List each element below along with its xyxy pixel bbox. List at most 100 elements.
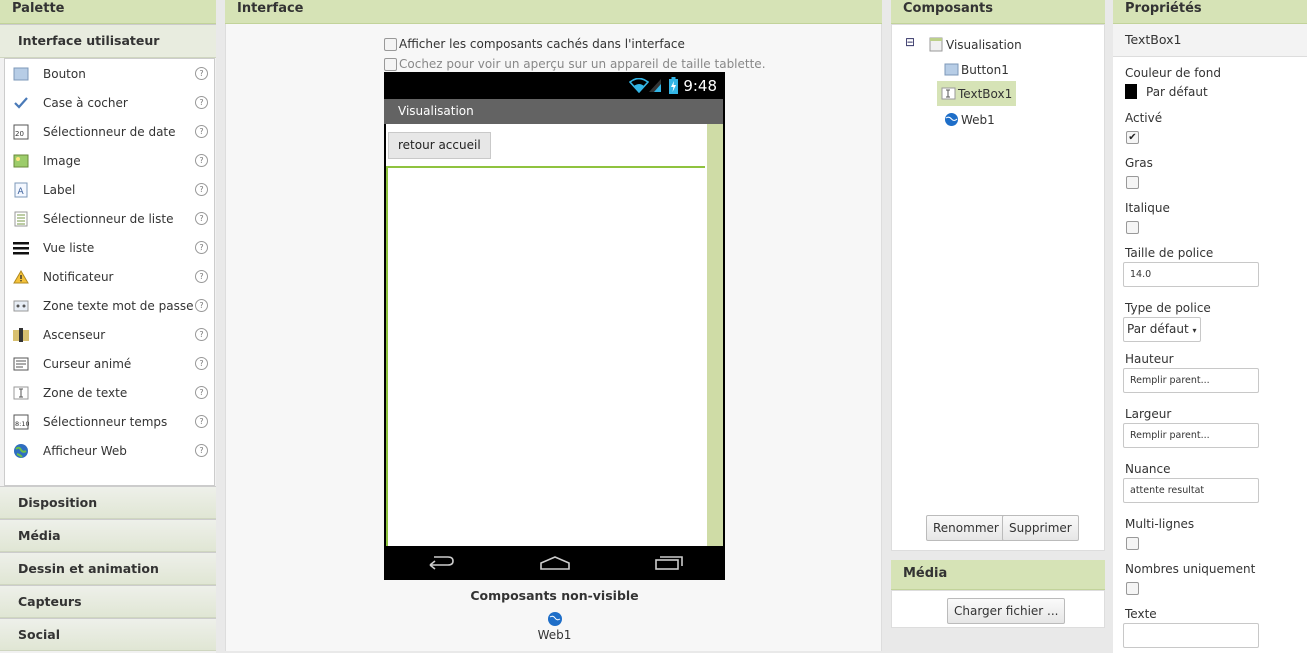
palette-item[interactable]: Case à cocher? <box>5 88 214 117</box>
font-size-label: Taille de police <box>1125 246 1214 260</box>
palette-section[interactable]: Capteurs <box>0 585 216 618</box>
palette-section[interactable]: Média <box>0 519 216 552</box>
palette-item[interactable]: Vue liste? <box>5 233 214 262</box>
font-type-select[interactable]: Par défaut ▾ <box>1123 317 1201 342</box>
palette-item[interactable]: Notificateur? <box>5 262 214 291</box>
help-icon[interactable]: ? <box>195 357 208 370</box>
palette-item[interactable]: Zone texte mot de passe? <box>5 291 214 320</box>
font-size-input[interactable]: 14.0 <box>1123 262 1259 287</box>
tree-item-visualisation[interactable]: Visualisation <box>929 32 1022 57</box>
properties-panel: Propriétés TextBox1 Couleur de fond Par … <box>1113 0 1307 653</box>
nav-bar <box>384 546 725 580</box>
collapse-icon[interactable]: ⊟ <box>905 35 915 49</box>
help-icon[interactable]: ? <box>195 183 208 196</box>
color-swatch <box>1125 84 1137 99</box>
font-type-value: Par défaut <box>1127 322 1189 336</box>
nonvisible-web1[interactable]: Web1 <box>226 611 883 642</box>
bg-color-picker[interactable]: Par défaut <box>1125 84 1208 99</box>
textbox1-preview[interactable] <box>386 166 705 546</box>
tablet-preview-row[interactable]: Cochez pour voir un aperçu sur un appare… <box>384 57 766 71</box>
help-icon[interactable]: ? <box>195 96 208 109</box>
palette-section[interactable]: Disposition <box>0 486 216 519</box>
phone-preview: 9:48 Visualisation retour accueil <box>384 72 725 580</box>
width-label: Largeur <box>1125 407 1172 421</box>
help-icon[interactable]: ? <box>195 241 208 254</box>
palette-item-label: Case à cocher <box>43 95 128 110</box>
bold-checkbox[interactable] <box>1126 176 1139 189</box>
palette-item-label: Sélectionneur de date <box>43 124 176 139</box>
help-icon[interactable]: ? <box>195 154 208 167</box>
label-icon: A <box>13 182 29 198</box>
show-hidden-checkbox[interactable] <box>384 37 397 51</box>
status-time: 9:48 <box>683 77 717 95</box>
upload-file-button[interactable]: Charger fichier ... <box>947 598 1066 624</box>
palette-section[interactable]: Social <box>0 618 216 651</box>
tree-item-label: Visualisation <box>946 37 1022 52</box>
help-icon[interactable]: ? <box>195 125 208 138</box>
clock-icon: 8:10 <box>13 414 29 430</box>
globe-icon <box>13 443 29 459</box>
wifi-icon <box>629 78 649 93</box>
numbers-only-checkbox[interactable] <box>1126 582 1139 595</box>
svg-text:20: 20 <box>15 130 24 138</box>
tablet-preview-checkbox[interactable] <box>384 57 397 71</box>
tree-item-web1[interactable]: Web1 <box>944 107 995 132</box>
palette-item-label: Afficheur Web <box>43 443 127 458</box>
palette-item[interactable]: 20 Sélectionneur de date? <box>5 117 214 146</box>
home-icon <box>539 556 570 570</box>
password-icon <box>13 298 29 314</box>
components-tree: ⊟ Visualisation Button1 TextBox1 Web1 Re… <box>891 24 1105 551</box>
section-interface-utilisateur[interactable]: Interface utilisateur <box>0 24 216 58</box>
palette-item[interactable]: Image? <box>5 146 214 175</box>
palette-section[interactable]: Dessin et animation <box>0 552 216 585</box>
tree-item-label: Web1 <box>961 112 995 127</box>
text-input[interactable] <box>1123 623 1259 648</box>
recent-apps-icon <box>654 556 683 570</box>
hint-input[interactable]: attente resultat <box>1123 478 1259 503</box>
selected-component-name: TextBox1 <box>1113 24 1307 57</box>
warning-icon <box>13 269 29 285</box>
show-hidden-row[interactable]: Afficher les composants cachés dans l'in… <box>384 37 685 51</box>
help-icon[interactable]: ? <box>195 328 208 341</box>
help-icon[interactable]: ? <box>195 270 208 283</box>
help-icon[interactable]: ? <box>195 299 208 312</box>
calendar-icon: 20 <box>13 124 29 140</box>
palette-item[interactable]: Ascenseur? <box>5 320 214 349</box>
tree-item-textbox1[interactable]: TextBox1 <box>937 81 1017 106</box>
palette-panel: Palette Interface utilisateur Bouton? Cas… <box>0 0 216 653</box>
bg-color-label: Couleur de fond <box>1125 66 1221 80</box>
palette-item[interactable]: Sélectionneur de liste? <box>5 204 214 233</box>
height-input[interactable]: Remplir parent... <box>1123 368 1259 393</box>
button1-preview[interactable]: retour accueil <box>388 132 491 159</box>
battery-icon <box>669 77 678 94</box>
multiline-checkbox[interactable] <box>1126 537 1139 550</box>
palette-item[interactable]: Zone de texte? <box>5 378 214 407</box>
bold-label: Gras <box>1125 156 1153 170</box>
palette-item[interactable]: 8:10 Sélectionneur temps? <box>5 407 214 436</box>
nonvisible-title: Composants non-visible <box>470 588 639 603</box>
enabled-checkbox[interactable]: ✔ <box>1126 131 1139 144</box>
palette-item[interactable]: Afficheur Web? <box>5 436 214 465</box>
help-icon[interactable]: ? <box>195 444 208 457</box>
help-icon[interactable]: ? <box>195 212 208 225</box>
palette-item-label: Curseur animé <box>43 356 132 371</box>
globe-icon <box>945 113 958 126</box>
palette-item[interactable]: Bouton? <box>5 59 214 88</box>
italic-label: Italique <box>1125 201 1170 215</box>
help-icon[interactable]: ? <box>195 415 208 428</box>
tree-item-button1[interactable]: Button1 <box>944 57 1009 82</box>
palette-item-label: Bouton <box>43 66 86 81</box>
palette-item[interactable]: Curseur animé? <box>5 349 214 378</box>
properties-header: Propriétés <box>1113 0 1307 24</box>
delete-button[interactable]: Supprimer <box>1002 515 1079 541</box>
components-panel: Composants ⊟ Visualisation Button1 TextB… <box>891 0 1105 653</box>
rename-button[interactable]: Renommer <box>926 515 1006 541</box>
italic-checkbox[interactable] <box>1126 221 1139 234</box>
palette-item[interactable]: A Label? <box>5 175 214 204</box>
help-icon[interactable]: ? <box>195 386 208 399</box>
width-input[interactable]: Remplir parent... <box>1123 423 1259 448</box>
screen-scroll-area <box>707 124 723 546</box>
help-icon[interactable]: ? <box>195 67 208 80</box>
list-view-icon <box>13 240 29 256</box>
palette-item-label: Vue liste <box>43 240 95 255</box>
